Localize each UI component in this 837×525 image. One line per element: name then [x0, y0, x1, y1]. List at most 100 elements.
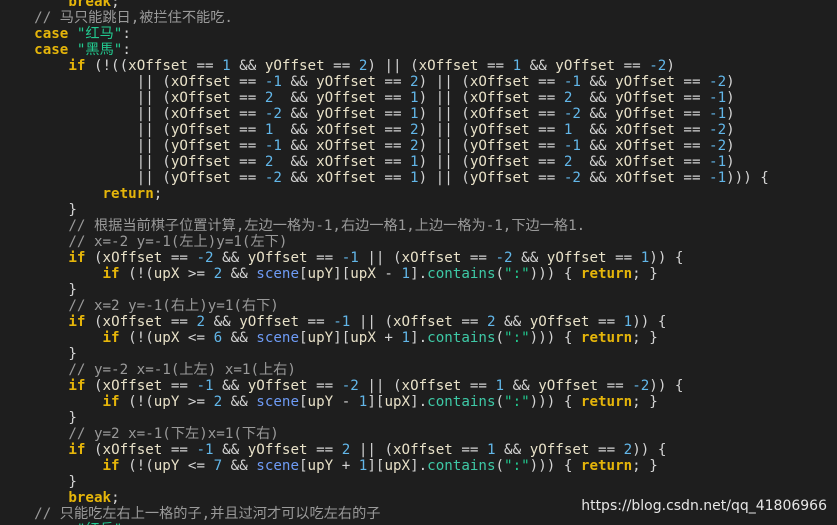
code-token-plain: ==	[162, 250, 197, 266]
code-token-var: yOffset	[529, 442, 590, 458]
code-token-var: xOffset	[401, 250, 462, 266]
code-token-keyword: if	[102, 458, 120, 474]
code-token-string: "红马"	[76, 26, 123, 42]
code-editor[interactable]: break; // 马只能跳日,被拦住不能吃. case "红马": case …	[0, 0, 837, 525]
code-token-var: upX	[153, 330, 180, 346]
code-token-var: upX	[350, 266, 376, 282]
code-token-plain: ==	[162, 378, 197, 394]
code-token-plain: ))) {	[726, 170, 769, 186]
code-token-plain: <=	[179, 330, 214, 346]
code-token-plain: [	[299, 330, 308, 346]
code-token-number: -2	[264, 106, 282, 122]
code-token-plain: ][	[333, 266, 351, 282]
code-token-plain: }	[0, 202, 77, 218]
code-token-string: "黑馬"	[76, 42, 123, 58]
code-line: }	[0, 474, 769, 490]
code-token-var: yOffset	[247, 378, 308, 394]
code-line: // x=-2 y=-1(左上)y=1(左下)	[0, 234, 769, 250]
code-line: || (yOffset == 1 && xOffset == 2) || (yO…	[0, 122, 769, 138]
code-token-plain: &&	[495, 442, 530, 458]
code-token-plain: &&	[580, 106, 616, 122]
code-token-plain: ;	[153, 186, 163, 202]
code-token-method: contains	[427, 330, 496, 346]
code-token-comment: // 根据当前棋子位置计算,左边一格为-1,右边一格1,上边一格为-1,下边一格…	[0, 218, 586, 234]
code-token-comment: // 马只能跳日,被拦住不能吃.	[0, 10, 233, 26]
code-token-plain: ==	[375, 106, 411, 122]
code-token-plain: ==	[299, 314, 334, 330]
code-token-plain: || (	[350, 442, 393, 458]
code-token-keyword: if	[68, 58, 86, 74]
code-token-plain: ; }	[632, 266, 658, 282]
code-area[interactable]: break; // 马只能跳日,被拦住不能吃. case "红马": case …	[0, 0, 769, 525]
code-token-plain: ==	[674, 154, 710, 170]
code-token-var: yOffset	[170, 170, 231, 186]
code-token-number: -2	[341, 378, 359, 394]
code-token-plain: (!(	[119, 266, 154, 282]
code-token-keyword: if	[102, 330, 120, 346]
code-token-plain: ].	[410, 330, 428, 346]
code-token-plain: ==	[529, 122, 564, 138]
code-line: // 马只能跳日,被拦住不能吃.	[0, 10, 769, 26]
code-line: if (xOffset == 2 && yOffset == -1 || (xO…	[0, 314, 769, 330]
code-token-plain: }	[0, 410, 77, 426]
code-token-plain: || (	[0, 170, 171, 186]
code-line: if (!(upX >= 2 && scene[upY][upX - 1].co…	[0, 266, 769, 282]
code-line: || (xOffset == -2 && yOffset == 1) || (x…	[0, 106, 769, 122]
code-token-method: contains	[427, 394, 496, 410]
code-token-plain: }	[0, 346, 77, 362]
code-token-var: xOffset	[393, 442, 453, 458]
code-token-number: -1	[563, 138, 581, 154]
code-token-plain: ].	[410, 266, 428, 282]
code-token-var: yOffset	[170, 122, 231, 138]
code-line: // x=2 y=-1(右上)y=1(右下)	[0, 298, 769, 314]
code-line: case "黑馬":	[0, 42, 769, 58]
code-token-plain: ==	[452, 314, 487, 330]
code-token-plain: )	[726, 138, 735, 154]
code-token-plain: ;	[111, 490, 120, 506]
code-token-plain: ==	[615, 58, 650, 74]
code-token-number: -2	[709, 122, 727, 138]
code-line: }	[0, 202, 769, 218]
code-token-var: yOffset	[316, 106, 376, 122]
code-line: || (yOffset == -2 && xOffset == 1) || (y…	[0, 170, 769, 186]
code-token-plain: &&	[205, 314, 240, 330]
code-token-plain: +	[375, 330, 402, 346]
code-token-plain: ==	[230, 106, 265, 122]
code-token-plain: || (	[0, 138, 171, 154]
code-token-var: yOffset	[247, 442, 308, 458]
code-token-number: 2	[410, 122, 419, 138]
code-line: // y=-2 x=-1(上左) x=1(上右)	[0, 362, 769, 378]
code-token-number: 2	[213, 394, 223, 410]
code-token-plain: ==	[461, 250, 496, 266]
code-token-plain: ==	[674, 170, 710, 186]
code-token-plain: ][	[367, 394, 385, 410]
code-token-number: -1	[709, 170, 727, 186]
code-token-plain: ==	[529, 154, 564, 170]
code-token-plain: ].	[410, 458, 428, 474]
code-token-number: 1	[222, 58, 231, 74]
code-token-var: xOffset	[102, 314, 163, 330]
code-token-var: upY	[307, 330, 334, 346]
code-token-plain: ; }	[632, 458, 658, 474]
code-token-plain: ))) {	[529, 458, 581, 474]
code-token-plain: )) {	[649, 250, 684, 266]
code-token-number: 2	[341, 442, 351, 458]
code-token-plain: )	[666, 58, 675, 74]
code-token-plain: ))) {	[529, 330, 581, 346]
code-token-plain: &&	[572, 154, 616, 170]
code-token-plain: &&	[281, 170, 317, 186]
code-token-comment: // x=-2 y=-1(左上)y=1(左下)	[0, 234, 288, 250]
code-token-plain: ==	[230, 170, 265, 186]
code-token-plain: &&	[213, 250, 248, 266]
code-token-plain: :	[122, 26, 131, 42]
code-token-plain: &&	[281, 138, 317, 154]
code-token-var: xOffset	[316, 154, 376, 170]
code-token-string: ":"	[504, 330, 530, 346]
code-token-var: xOffset	[170, 90, 231, 106]
code-token-plain: }	[0, 282, 77, 298]
code-token-plain: )) {	[632, 442, 667, 458]
code-token-keyword: return	[102, 186, 154, 202]
